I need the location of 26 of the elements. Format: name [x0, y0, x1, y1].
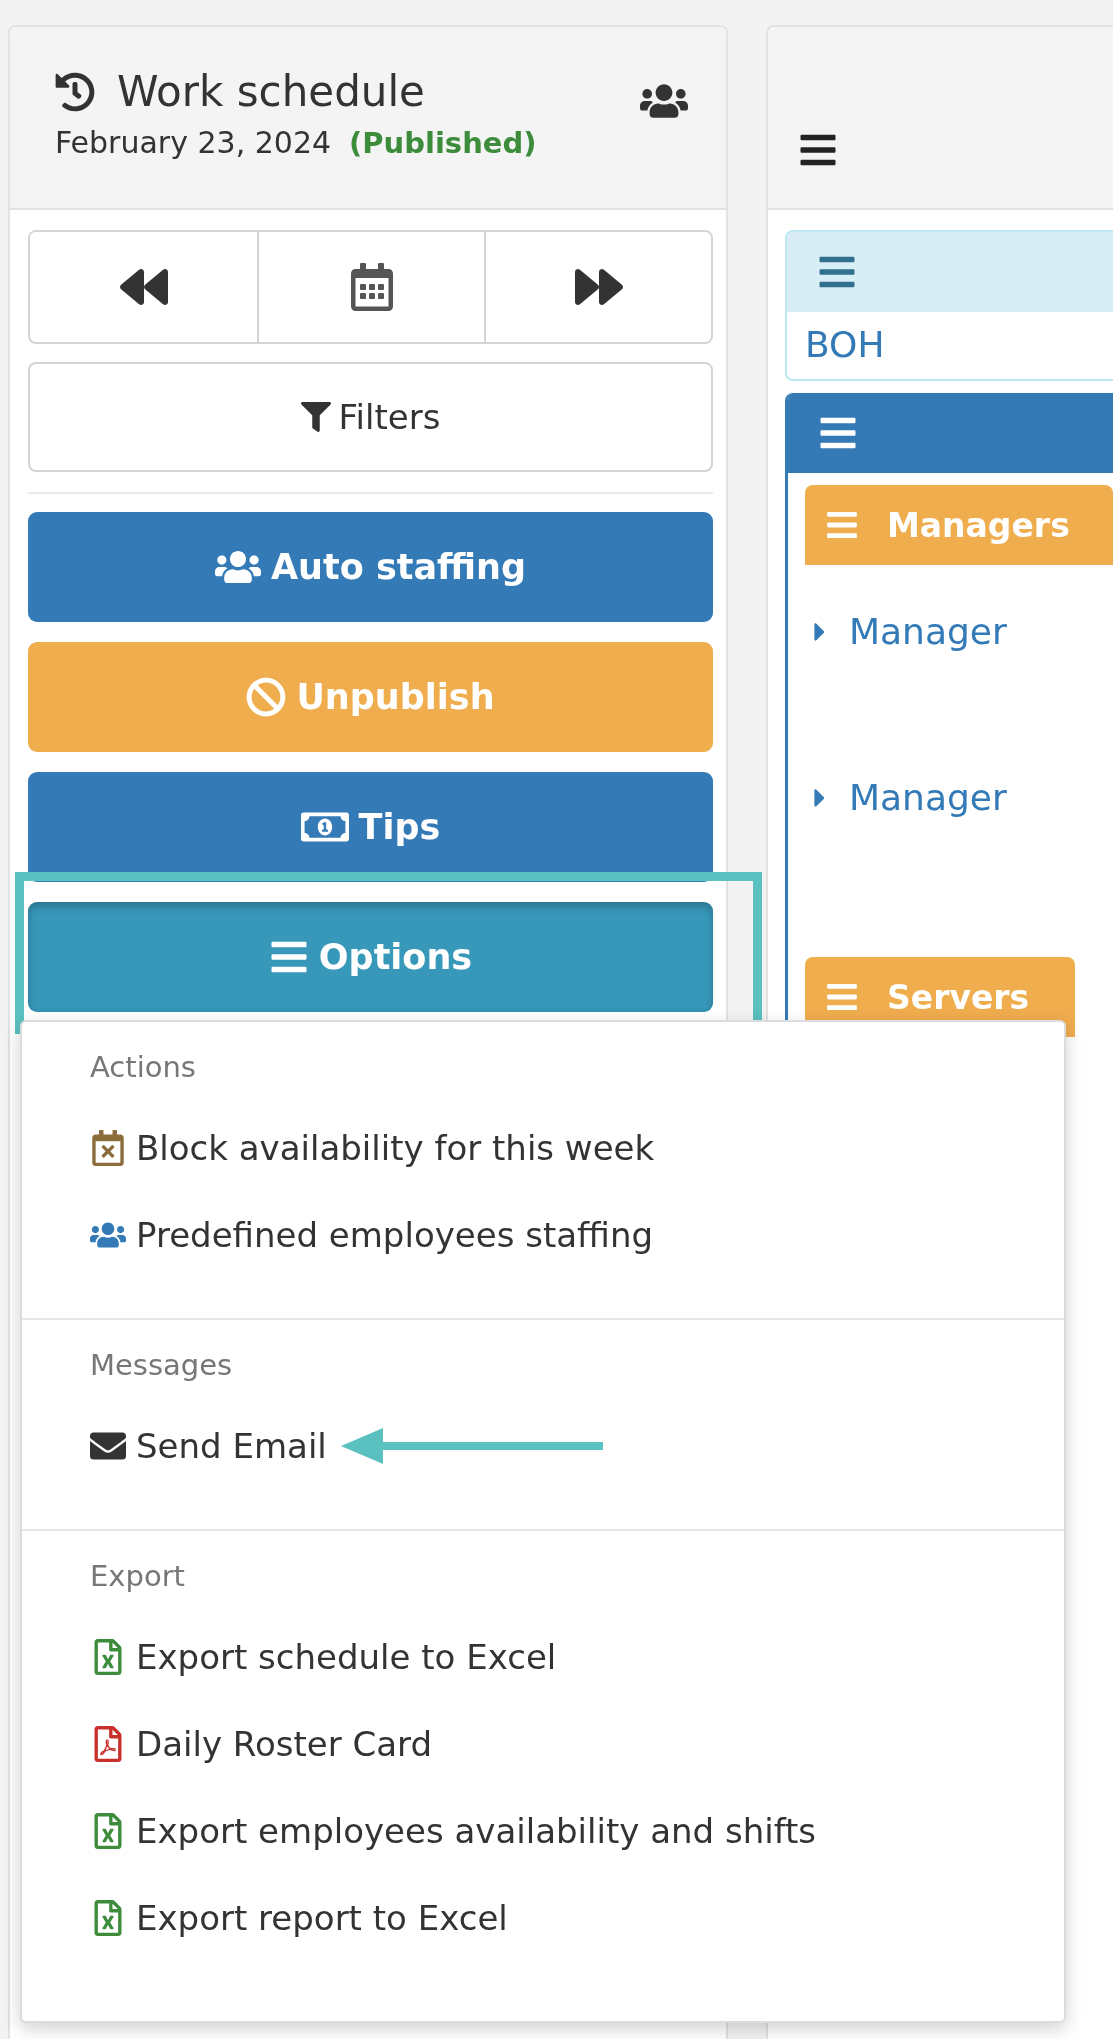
menu-item[interactable]: Export schedule to Excel — [90, 1636, 557, 1677]
section-heading: Export — [90, 1559, 186, 1593]
position-link[interactable]: Manager — [805, 565, 1113, 731]
filters-button[interactable]: Filters — [28, 362, 713, 472]
department-name: BOH — [804, 323, 886, 367]
schedule-title: Work schedule — [117, 69, 425, 116]
role-name: Servers — [887, 977, 1030, 1017]
filter-icon — [300, 402, 331, 432]
menu-item[interactable]: Predefined employees staffing — [90, 1214, 654, 1255]
position-link[interactable]: Manager — [805, 731, 1113, 897]
history-icon — [55, 72, 95, 113]
menu-item[interactable]: Export employees availability and shifts — [90, 1810, 817, 1851]
calendar-x-icon — [90, 1129, 126, 1166]
publish-status: (Published) — [349, 125, 537, 160]
schedule-date: February 23, 2024 — [55, 125, 332, 161]
next-button[interactable] — [484, 232, 711, 342]
menu-item[interactable]: Export report to Excel — [90, 1897, 508, 1938]
menu-item[interactable]: Block availability for this week — [90, 1127, 655, 1168]
menu-item[interactable]: Daily Roster Card — [90, 1723, 433, 1764]
section-heading: Actions — [90, 1050, 197, 1084]
tips-button[interactable]: Tips — [28, 772, 713, 882]
section-heading: Messages — [90, 1348, 234, 1382]
staffing-button[interactable]: Auto staffing — [28, 512, 713, 622]
ban-icon — [246, 677, 287, 717]
menu-item[interactable]: Send Email — [90, 1425, 327, 1466]
role-name: Managers — [887, 505, 1070, 545]
